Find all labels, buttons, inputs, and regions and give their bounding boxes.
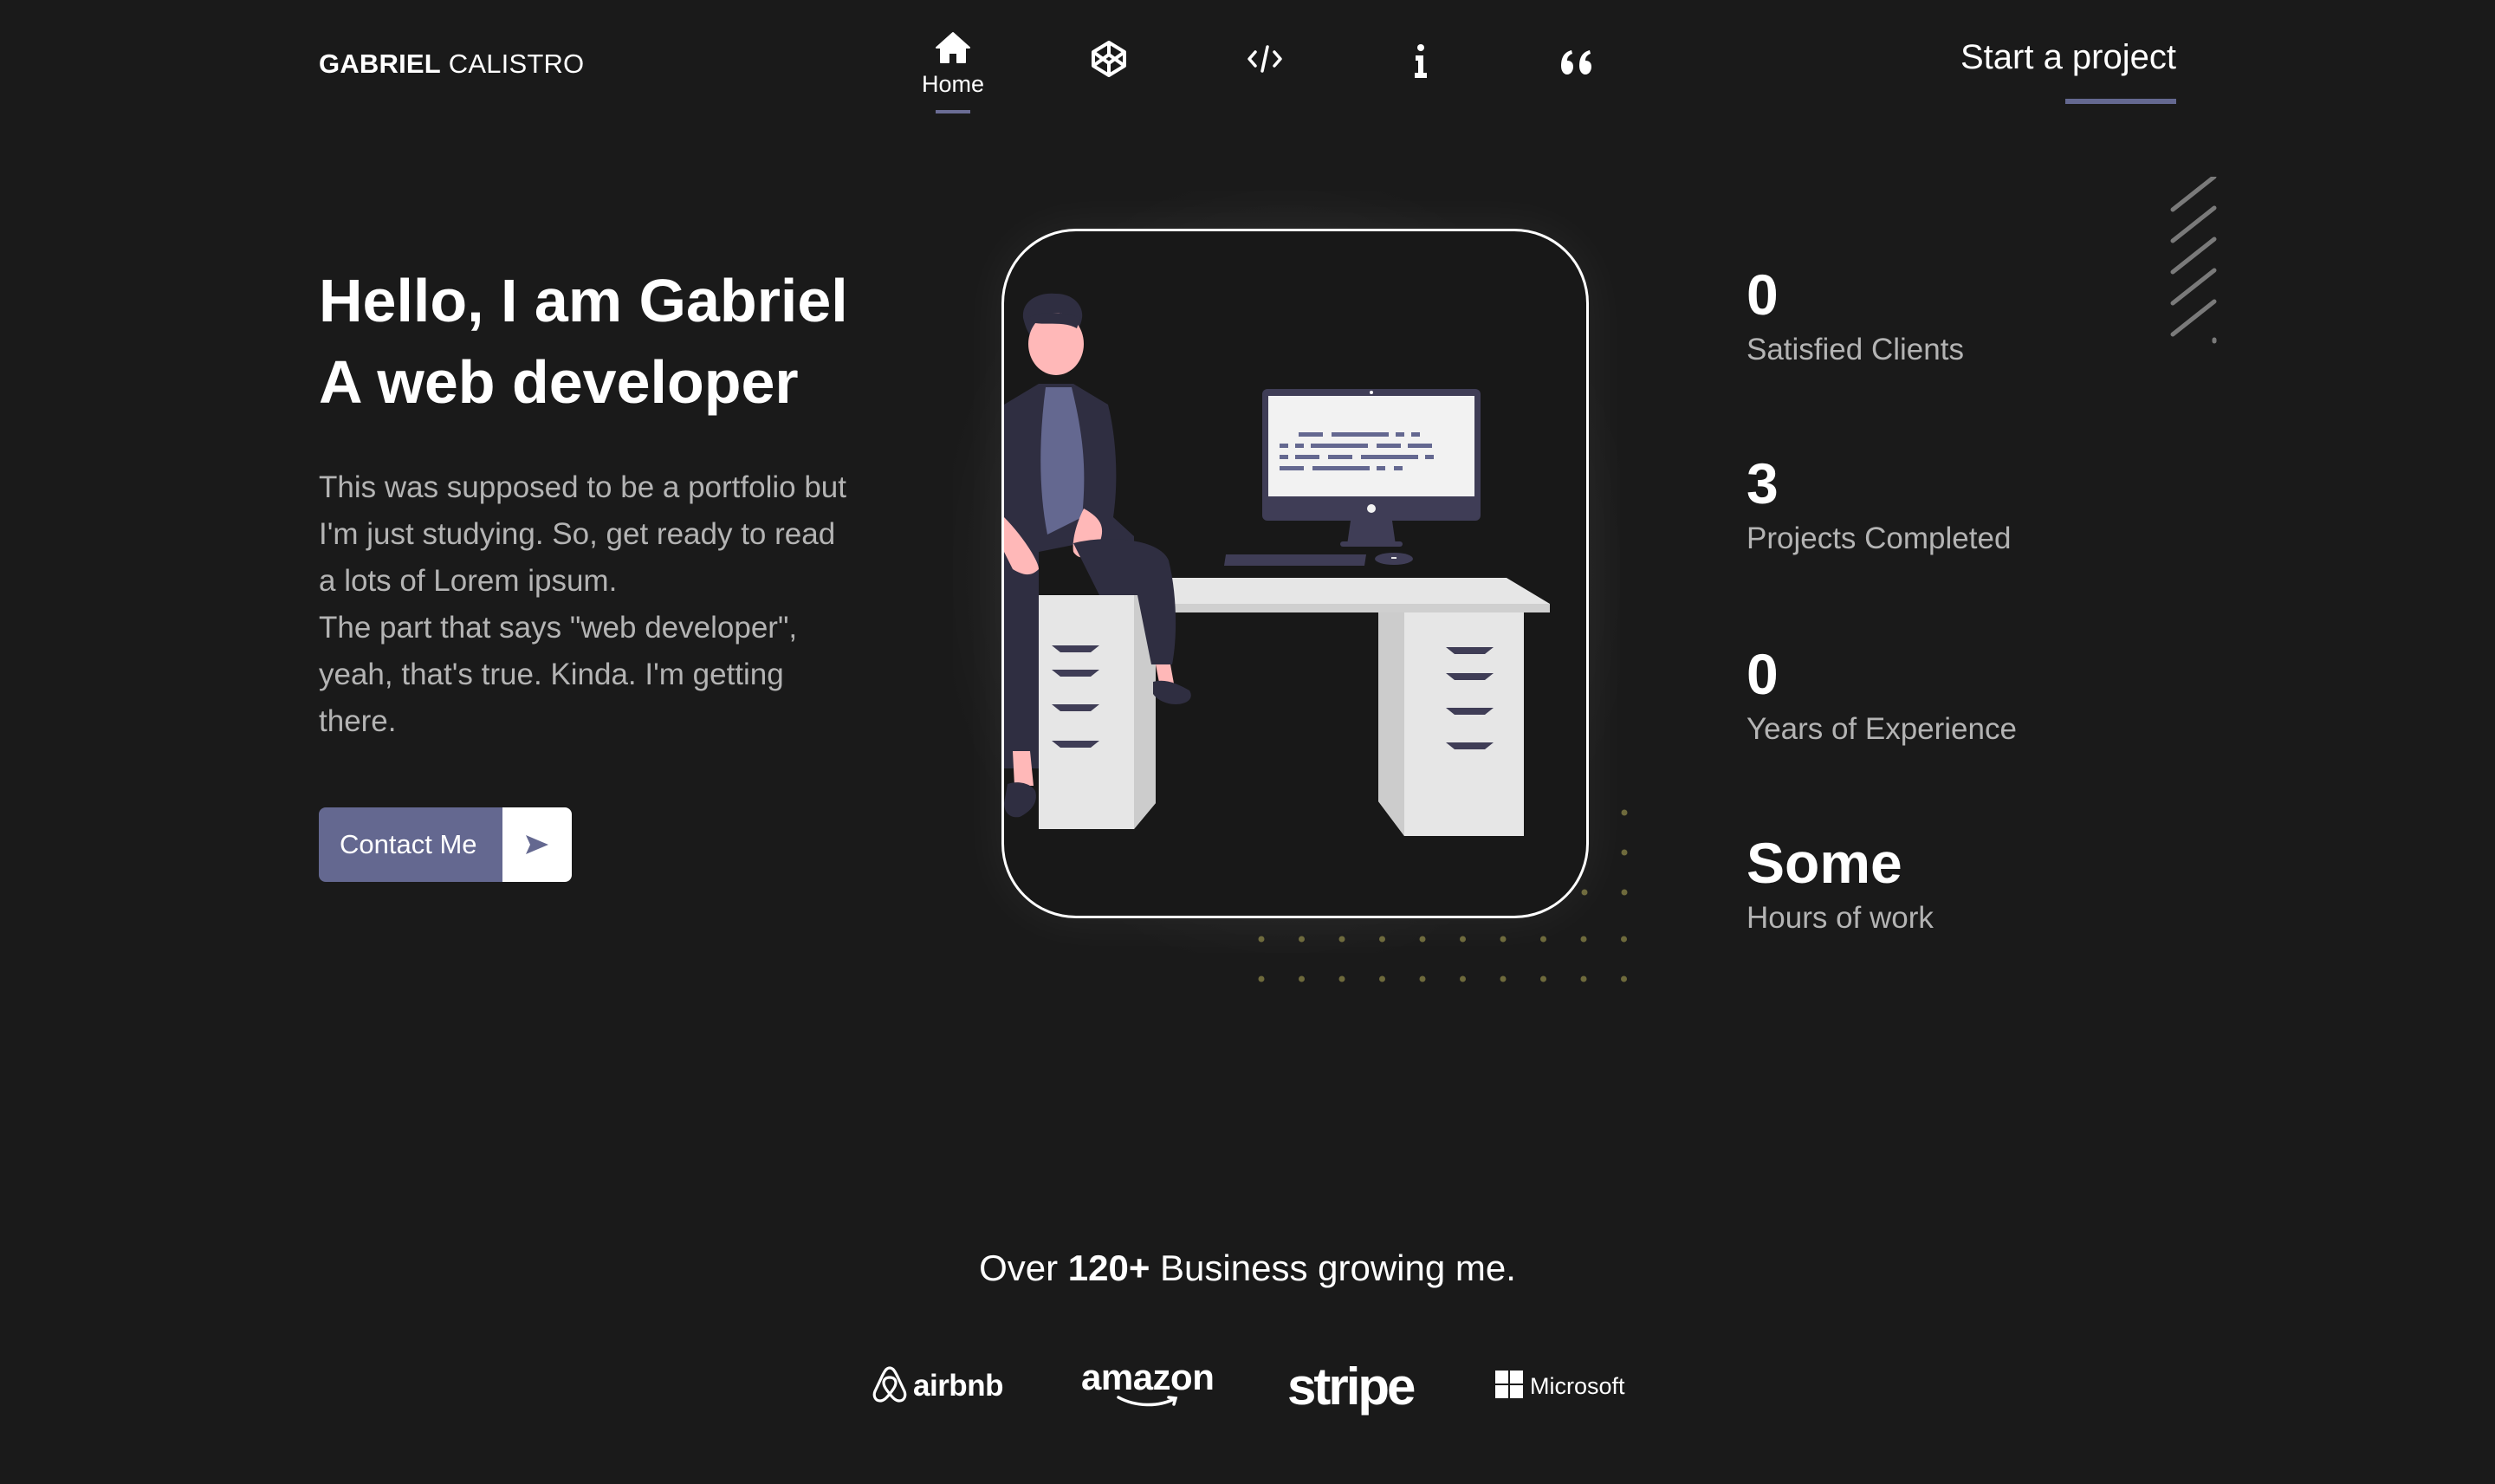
home-icon [935, 31, 971, 64]
nav-label-home: Home [921, 71, 985, 97]
nav-item-home[interactable]: Home [901, 31, 1005, 113]
start-project-link[interactable]: Start a project [1960, 38, 2176, 77]
decorative-dot [1419, 936, 1426, 943]
stat-value: 0 [1746, 642, 1779, 706]
brand-name: stripe [1287, 1357, 1416, 1416]
brand-airbnb[interactable]: airbnb [872, 1351, 1003, 1421]
decorative-dot [1500, 975, 1507, 982]
decorative-dot [1580, 936, 1587, 943]
decorative-dot [1338, 975, 1345, 982]
hero-paragraph: The part that says "web developer", yeah… [319, 611, 798, 738]
info-icon [1410, 43, 1431, 80]
hatch-decoration [2170, 177, 2217, 344]
decorative-dot [1580, 975, 1587, 982]
partners-count: 120+ [1067, 1247, 1150, 1288]
stat-caption: Projects Completed [1746, 522, 2012, 555]
developer-illustration [1004, 293, 1550, 836]
brand-name: amazon [1081, 1356, 1215, 1397]
decorative-dot [1500, 936, 1507, 943]
contact-me-label: Contact Me [319, 807, 502, 882]
stat-satisfied-clients: 0 Satisfied Clients [1746, 260, 2093, 369]
brand-stripe[interactable]: stripe [1287, 1351, 1416, 1421]
illustration-card [1001, 229, 1589, 918]
send-icon [502, 807, 572, 882]
hero-paragraph: This was supposed to be a portfolio but … [319, 470, 846, 598]
decorative-dot [1621, 889, 1628, 896]
hero-title-line2: A web developer [319, 348, 799, 416]
stat-caption: Hours of work [1746, 901, 1934, 935]
quote-icon [1559, 49, 1594, 76]
hero-title: Hello, I am Gabriel A web developer [319, 260, 848, 423]
brand-name: Microsoft [1530, 1372, 1625, 1399]
logo-last-name: CALISTRO [448, 49, 585, 79]
keyboard [1224, 554, 1366, 566]
decorative-dot [1379, 936, 1385, 943]
airbnb-icon [872, 1364, 908, 1409]
decorative-dot [1379, 975, 1385, 982]
decorative-dot [1338, 936, 1345, 943]
nav-item-projects[interactable] [1057, 40, 1161, 78]
decorative-dot [1621, 975, 1627, 982]
stat-years-experience: 0 Years of Experience [1746, 639, 2093, 748]
stat-projects-completed: 3 Projects Completed [1746, 449, 2093, 558]
code-icon [1246, 42, 1284, 76]
amazon-smile-icon [1113, 1395, 1183, 1413]
partner-logos: airbnb amazon stripe Microsoft [0, 1351, 2495, 1421]
decorative-dot [1299, 975, 1305, 982]
decorative-dot [1540, 975, 1546, 982]
decorative-dot [1460, 975, 1466, 982]
codepen-icon [1090, 40, 1128, 78]
stat-caption: Years of Experience [1746, 712, 2017, 746]
stat-value: Some [1746, 831, 1902, 895]
partners-heading: Over 120+ Business growing me. [0, 1247, 2495, 1289]
contact-me-button[interactable]: Contact Me [319, 807, 572, 882]
site-logo[interactable]: GABRIEL CALISTRO [319, 49, 584, 80]
decorative-dot [1419, 975, 1426, 982]
partners-suffix: Business growing me. [1160, 1247, 1516, 1288]
cta-underline [2065, 99, 2176, 104]
brand-name: airbnb [913, 1369, 1003, 1403]
brand-amazon[interactable]: amazon [1081, 1351, 1215, 1421]
nav-item-code[interactable] [1213, 42, 1317, 76]
microsoft-windows-icon [1495, 1370, 1523, 1403]
active-indicator [936, 110, 970, 113]
brand-microsoft[interactable]: Microsoft [1495, 1351, 1625, 1421]
nav-item-testimonials[interactable] [1525, 49, 1629, 76]
stat-caption: Satisfied Clients [1746, 333, 1964, 366]
hero-description: This was supposed to be a portfolio but … [319, 464, 856, 745]
decorative-dot [1460, 936, 1466, 943]
stat-value: 3 [1746, 451, 1779, 515]
decorative-dot [1258, 936, 1265, 943]
stat-value: 0 [1746, 262, 1779, 327]
partners-prefix: Over [979, 1247, 1059, 1288]
hero-title-line1: Hello, I am Gabriel [319, 267, 848, 334]
decorative-dot [1299, 936, 1305, 943]
decorative-dot [1621, 809, 1628, 816]
decorative-dot [1540, 936, 1546, 943]
decorative-dot [1258, 975, 1265, 982]
nav-item-about[interactable] [1369, 43, 1473, 80]
decorative-dot [1621, 849, 1628, 856]
decorative-dot [1621, 936, 1627, 943]
logo-first-name: GABRIEL [319, 49, 441, 79]
stat-hours-work: Some Hours of work [1746, 828, 2093, 937]
